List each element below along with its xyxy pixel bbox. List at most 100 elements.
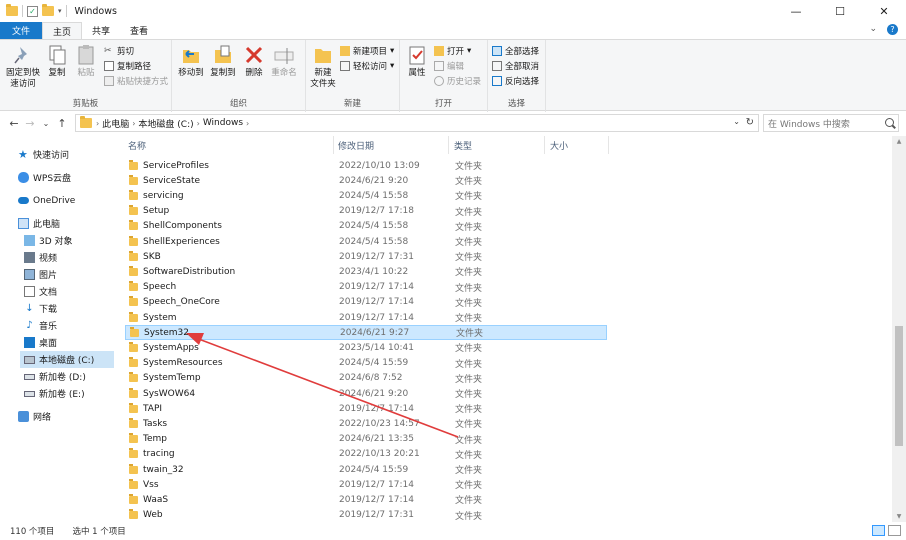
- nav-music[interactable]: ♪ 音乐: [24, 317, 57, 334]
- column-header-date[interactable]: 修改日期: [338, 136, 374, 154]
- nav-documents[interactable]: 文档: [24, 283, 57, 300]
- paste-shortcut-button[interactable]: 粘贴快捷方式: [104, 75, 168, 87]
- nav-this-pc[interactable]: 此电脑: [18, 215, 60, 232]
- table-row[interactable]: ServiceProfiles 2022/10/10 13:09 文件夹: [125, 158, 607, 173]
- properties-button[interactable]: 属性: [404, 44, 430, 79]
- table-row[interactable]: twain_32 2024/5/4 15:59 文件夹: [125, 462, 607, 477]
- open-button[interactable]: 打开 ▾: [434, 45, 471, 57]
- recent-locations-icon[interactable]: ⌄: [38, 119, 54, 128]
- breadcrumb-local-c[interactable]: 本地磁盘 (C:): [138, 117, 193, 130]
- table-row[interactable]: Tasks 2022/10/23 14:57 文件夹: [125, 416, 607, 431]
- select-all-button[interactable]: 全部选择: [492, 45, 539, 57]
- minimize-button[interactable]: —: [774, 0, 818, 22]
- nav-network[interactable]: 网络: [18, 408, 51, 425]
- table-row[interactable]: TAPI 2019/12/7 17:14 文件夹: [125, 401, 607, 416]
- tab-share[interactable]: 共享: [82, 22, 120, 39]
- new-folder-quick-icon[interactable]: [42, 4, 54, 16]
- table-row[interactable]: Setup 2019/12/7 17:18 文件夹: [125, 204, 607, 219]
- new-item-button[interactable]: 新建项目 ▾: [340, 45, 394, 57]
- tab-home[interactable]: 主页: [42, 22, 83, 39]
- table-row[interactable]: ShellExperiences 2024/5/4 15:58 文件夹: [125, 234, 607, 249]
- properties-quick-icon[interactable]: ✓: [27, 5, 38, 17]
- history-button[interactable]: 历史记录: [434, 75, 481, 87]
- large-icons-view-icon[interactable]: [888, 525, 901, 536]
- nav-volume-e[interactable]: 新加卷 (E:): [24, 385, 85, 402]
- pin-quick-access-button[interactable]: 固定到快 速访问: [4, 44, 42, 90]
- history-label: 历史记录: [447, 77, 482, 87]
- copy-button[interactable]: 复制: [44, 44, 70, 79]
- rename-button[interactable]: 重命名: [268, 44, 300, 79]
- cut-button[interactable]: ✂ 剪切: [104, 45, 134, 57]
- search-input[interactable]: 在 Windows 中搜索: [763, 114, 899, 132]
- invert-selection-button[interactable]: 反向选择: [492, 75, 539, 87]
- table-row[interactable]: Vss 2019/12/7 17:14 文件夹: [125, 477, 607, 492]
- table-row[interactable]: Speech_OneCore 2019/12/7 17:14 文件夹: [125, 295, 607, 310]
- tab-file[interactable]: 文件: [0, 22, 43, 39]
- new-folder-button[interactable]: 新建 文件夹: [308, 44, 338, 90]
- scrollbar-thumb[interactable]: [895, 326, 903, 446]
- nav-onedrive[interactable]: OneDrive: [18, 192, 75, 209]
- nav-label: 桌面: [39, 339, 58, 349]
- move-to-button[interactable]: 移动到: [176, 44, 206, 79]
- column-header-name[interactable]: 名称: [128, 136, 146, 154]
- table-row[interactable]: tracing 2022/10/13 20:21 文件夹: [125, 447, 607, 462]
- paste-button[interactable]: 粘贴: [72, 44, 100, 79]
- table-row[interactable]: WaaS 2019/12/7 17:14 文件夹: [125, 492, 607, 507]
- nav-pictures[interactable]: 图片: [24, 266, 57, 283]
- table-row[interactable]: System 2019/12/7 17:14 文件夹: [125, 310, 607, 325]
- column-divider[interactable]: [608, 136, 609, 154]
- table-row[interactable]: SystemApps 2023/5/14 10:41 文件夹: [125, 340, 607, 355]
- table-row[interactable]: ServiceState 2024/6/21 9:20 文件夹: [125, 173, 607, 188]
- column-header-type[interactable]: 类型: [454, 136, 472, 154]
- address-dropdown-icon[interactable]: ⌄: [733, 117, 740, 126]
- nav-desktop[interactable]: 桌面: [24, 334, 57, 351]
- back-arrow-icon[interactable]: ←: [6, 117, 22, 130]
- table-row[interactable]: servicing 2024/5/4 15:58 文件夹: [125, 188, 607, 203]
- column-divider[interactable]: [544, 136, 545, 154]
- table-row[interactable]: SKB 2019/12/7 17:31 文件夹: [125, 249, 607, 264]
- table-row[interactable]: SoftwareDistribution 2023/4/1 10:22 文件夹: [125, 264, 607, 279]
- table-row[interactable]: Temp 2024/6/21 13:35 文件夹: [125, 432, 607, 447]
- maximize-button[interactable]: ☐: [818, 0, 862, 22]
- table-row[interactable]: Web 2019/12/7 17:31 文件夹: [125, 508, 607, 523]
- nav-downloads[interactable]: ↓ 下载: [24, 300, 57, 317]
- address-bar[interactable]: › 此电脑 › 本地磁盘 (C:) › Windows › ⌄ ↻: [75, 114, 759, 132]
- tab-view[interactable]: 查看: [120, 22, 158, 39]
- copy-path-button[interactable]: 复制路径: [104, 60, 151, 72]
- pin-label: 固定到快 速访问: [5, 68, 40, 89]
- file-date: 2024/6/21 9:20: [339, 175, 409, 186]
- table-row[interactable]: SysWOW64 2024/6/21 9:20 文件夹: [125, 386, 607, 401]
- expand-ribbon-icon[interactable]: ⌄: [869, 24, 877, 35]
- up-arrow-icon[interactable]: ↑: [54, 117, 70, 130]
- select-none-button[interactable]: 全部取消: [492, 60, 539, 72]
- nav-local-disk-c[interactable]: 本地磁盘 (C:): [20, 351, 114, 368]
- breadcrumb-windows[interactable]: Windows: [203, 118, 243, 128]
- copy-to-button[interactable]: 复制到: [208, 44, 238, 79]
- column-divider[interactable]: [448, 136, 449, 154]
- nav-3d-objects[interactable]: 3D 对象: [24, 232, 73, 249]
- help-icon[interactable]: ?: [887, 24, 898, 35]
- column-header-size[interactable]: 大小: [550, 136, 568, 154]
- customize-quick-access-icon[interactable]: ▾: [58, 7, 62, 15]
- forward-arrow-icon[interactable]: →: [22, 117, 38, 130]
- refresh-icon[interactable]: ↻: [746, 117, 754, 128]
- details-view-icon[interactable]: [872, 525, 885, 536]
- table-row[interactable]: SystemResources 2024/5/4 15:59 文件夹: [125, 356, 607, 371]
- nav-volume-d[interactable]: 新加卷 (D:): [24, 368, 86, 385]
- scroll-up-icon[interactable]: ▲: [892, 138, 906, 145]
- edit-button[interactable]: 编辑: [434, 60, 464, 72]
- column-divider[interactable]: [333, 136, 334, 154]
- nav-wps-cloud[interactable]: WPS云盘: [18, 169, 71, 186]
- close-button[interactable]: ✕: [862, 0, 906, 22]
- scroll-down-icon[interactable]: ▼: [892, 513, 906, 520]
- nav-quick-access[interactable]: ★ 快速访问: [18, 146, 69, 163]
- table-row[interactable]: ShellComponents 2024/5/4 15:58 文件夹: [125, 219, 607, 234]
- table-row[interactable]: Speech 2019/12/7 17:14 文件夹: [125, 280, 607, 295]
- delete-button[interactable]: 删除: [242, 44, 266, 79]
- table-row[interactable]: SystemTemp 2024/6/8 7:52 文件夹: [125, 371, 607, 386]
- vertical-scrollbar[interactable]: ▲ ▼: [892, 136, 906, 522]
- breadcrumb-this-pc[interactable]: 此电脑: [102, 117, 129, 130]
- table-row[interactable]: System32 2024/6/21 9:27 文件夹: [125, 325, 607, 341]
- easy-access-button[interactable]: 轻松访问 ▾: [340, 60, 394, 72]
- nav-videos[interactable]: 视频: [24, 249, 57, 266]
